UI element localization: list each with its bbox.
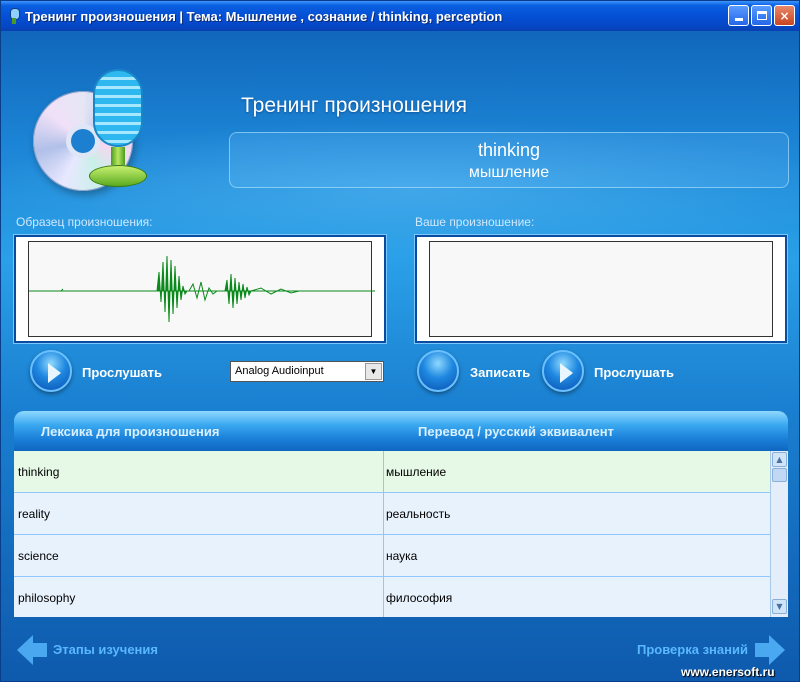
play-icon <box>48 363 61 383</box>
play-sample-button[interactable] <box>30 350 72 392</box>
window-controls: × <box>728 5 795 26</box>
sample-waveform <box>29 255 375 323</box>
microphone-app-icon <box>7 8 21 24</box>
cell-translation: реальность <box>386 507 451 521</box>
cell-translation: философия <box>386 591 453 605</box>
record-button[interactable] <box>417 350 459 392</box>
column-divider <box>383 493 384 534</box>
sample-waveform-panel <box>14 235 386 343</box>
close-icon: × <box>779 8 790 23</box>
scroll-down-icon[interactable]: ▼ <box>772 599 787 614</box>
table-body: thinking мышление reality реальность sci… <box>14 451 770 617</box>
your-waveform-panel <box>415 235 787 343</box>
minimize-button[interactable] <box>728 5 749 26</box>
cell-translation: наука <box>386 549 418 563</box>
knowledge-check-link[interactable]: Проверка знаний <box>637 642 748 657</box>
play-yours-label[interactable]: Прослушать <box>594 365 674 380</box>
microphone-head <box>93 69 143 147</box>
cell-vocabulary: philosophy <box>18 591 76 605</box>
scroll-thumb[interactable] <box>772 468 787 482</box>
audio-input-select[interactable]: Analog Audioinput ▼ <box>230 361 384 382</box>
table-row[interactable]: philosophy философия <box>14 577 770 617</box>
table-row[interactable]: science наука <box>14 535 770 577</box>
column-header-vocabulary[interactable]: Лексика для произношения <box>41 424 219 439</box>
column-divider <box>383 577 384 617</box>
column-divider <box>383 535 384 576</box>
play-yours-button[interactable] <box>542 350 584 392</box>
column-header-translation[interactable]: Перевод / русский эквивалент <box>418 424 614 439</box>
record-label[interactable]: Записать <box>470 365 530 380</box>
cell-vocabulary: reality <box>18 507 51 521</box>
cell-vocabulary: thinking <box>18 465 60 479</box>
play-sample-label[interactable]: Прослушать <box>82 365 162 380</box>
arrow-right-icon[interactable] <box>755 635 785 665</box>
table-scrollbar[interactable]: ▲ ▼ <box>770 451 788 617</box>
vocabulary-table: Лексика для произношения Перевод / русск… <box>14 411 788 617</box>
microphone-icon <box>89 69 149 191</box>
chevron-down-icon[interactable]: ▼ <box>365 363 382 380</box>
current-word-panel: thinking мышление <box>229 132 789 188</box>
sample-waveform-display <box>28 241 375 337</box>
maximize-button[interactable] <box>751 5 772 26</box>
current-word-russian: мышление <box>468 164 550 181</box>
microphone-neck <box>111 147 125 165</box>
audio-input-value: Analog Audioinput <box>235 365 324 377</box>
maximize-icon <box>756 11 767 20</box>
page-title: Тренинг произношения <box>241 94 468 117</box>
table-row[interactable]: thinking мышление <box>14 451 770 493</box>
close-button[interactable]: × <box>774 5 795 26</box>
cell-translation: мышление <box>386 465 447 479</box>
yours-label: Ваше произношение: <box>415 215 535 229</box>
column-divider <box>383 451 384 492</box>
window-title: Тренинг произношения | Тема: Мышление , … <box>25 8 503 24</box>
back-to-stages-link[interactable]: Этапы изучения <box>53 642 158 657</box>
current-word-english: thinking <box>477 140 541 160</box>
title-bar[interactable]: Тренинг произношения | Тема: Мышление , … <box>1 1 799 31</box>
table-row[interactable]: reality реальность <box>14 493 770 535</box>
scroll-up-icon[interactable]: ▲ <box>772 452 787 467</box>
your-waveform-display <box>429 241 773 337</box>
arrow-left-icon[interactable] <box>17 635 47 665</box>
minimize-icon <box>734 18 743 21</box>
table-header: Лексика для произношения Перевод / русск… <box>14 411 788 451</box>
play-icon <box>560 363 573 383</box>
watermark: www.enersoft.ru <box>681 665 775 679</box>
cell-vocabulary: science <box>18 549 59 563</box>
microphone-base <box>89 165 147 187</box>
app-window: Тренинг произношения | Тема: Мышление , … <box>0 0 800 682</box>
sample-label: Образец произношения: <box>16 215 153 229</box>
